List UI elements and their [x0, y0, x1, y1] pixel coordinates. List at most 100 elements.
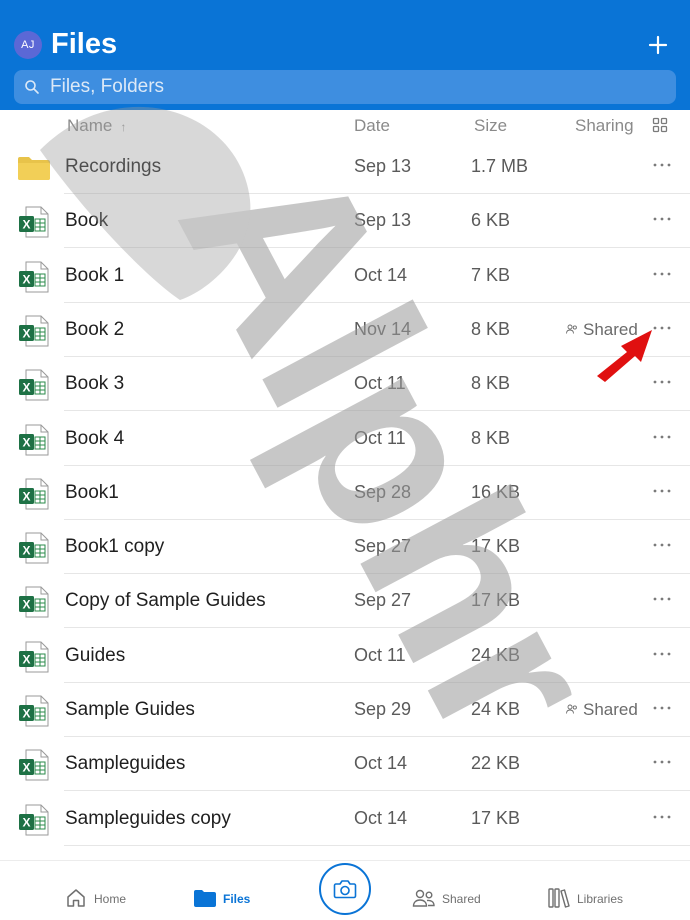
tab-libraries-label: Libraries: [577, 892, 624, 906]
svg-text:X: X: [22, 598, 30, 612]
excel-icon: X: [19, 532, 49, 564]
file-row[interactable]: X Copy of Sample Guides Sep 27 17 KB: [0, 574, 690, 629]
file-date: Sep 28: [354, 481, 412, 502]
more-options-button[interactable]: [650, 156, 674, 176]
more-options-button[interactable]: [650, 482, 674, 502]
grid-view-icon[interactable]: [652, 117, 668, 133]
camera-icon: [333, 880, 357, 899]
excel-file-icon: X: [17, 803, 51, 837]
file-row[interactable]: X Book 1 Oct 14 7 KB: [0, 249, 690, 303]
more-options-button[interactable]: [650, 808, 674, 828]
more-options-button[interactable]: [650, 210, 674, 230]
sharing-label: Shared: [583, 700, 638, 719]
more-options-button[interactable]: [650, 265, 674, 285]
file-name: Book 2: [65, 318, 125, 340]
more-options-button[interactable]: [650, 536, 674, 556]
excel-icon: X: [19, 749, 49, 781]
app-header: AJ Files: [0, 0, 690, 110]
file-date: Sep 27: [354, 590, 412, 611]
file-name: Copy of Sample Guides: [65, 590, 266, 612]
more-horizontal-icon: [653, 326, 671, 330]
file-size: 8 KB: [471, 318, 511, 339]
column-name-label: Name: [67, 116, 113, 135]
file-row[interactable]: X Book 3 Oct 11 8 KB: [0, 357, 690, 412]
file-row[interactable]: X Book1 copy Sep 27 17 KB: [0, 520, 690, 575]
more-options-button[interactable]: [650, 645, 674, 665]
more-options-button[interactable]: [650, 373, 674, 393]
column-header-sharing[interactable]: Sharing: [575, 115, 634, 137]
excel-icon: X: [19, 424, 49, 455]
file-row[interactable]: X Book 2 Nov 14 8 KB Shared: [0, 303, 690, 357]
file-date: Oct 14: [354, 807, 408, 828]
column-header-name[interactable]: Name ↑: [67, 115, 126, 138]
excel-file-icon: X: [17, 205, 51, 239]
file-row[interactable]: X Book Sep 13 6 KB: [0, 194, 690, 249]
file-row[interactable]: X Guides Oct 11 24 KB: [0, 629, 690, 683]
svg-text:X: X: [22, 544, 30, 558]
excel-icon: X: [19, 369, 49, 401]
file-name: Book: [65, 210, 109, 232]
file-name: Book 1: [65, 264, 125, 286]
folder-icon: [18, 157, 50, 180]
excel-file-icon: X: [17, 260, 51, 294]
file-date: Oct 14: [354, 264, 408, 285]
excel-file-icon: X: [17, 368, 51, 402]
svg-text:X: X: [22, 381, 30, 395]
file-row[interactable]: X Sampleguides copy Oct 14 17 KB: [0, 792, 690, 846]
camera-button[interactable]: [319, 863, 371, 915]
file-name: Book1: [65, 481, 119, 503]
folder-icon: [194, 890, 216, 907]
more-horizontal-icon: [653, 380, 671, 384]
file-date: Oct 11: [354, 644, 406, 665]
file-size: 8 KB: [471, 373, 511, 394]
svg-text:X: X: [22, 815, 30, 829]
sharing-status: Shared: [566, 700, 638, 720]
file-date: Sep 29: [354, 699, 412, 719]
more-options-button[interactable]: [650, 428, 674, 448]
search-bar[interactable]: [14, 70, 676, 104]
file-size: 1.7 MB: [471, 156, 529, 176]
sharing-label: Shared: [583, 319, 638, 339]
sort-ascending-icon: ↑: [120, 120, 127, 134]
file-row[interactable]: X Book 4 Oct 11 8 KB: [0, 412, 690, 466]
file-name: Sampleguides copy: [65, 807, 231, 829]
add-button[interactable]: [643, 30, 673, 60]
file-date: Sep 27: [354, 536, 412, 557]
column-header-date[interactable]: Date: [354, 115, 390, 137]
more-options-button[interactable]: [650, 590, 674, 610]
file-name: Sampleguides: [65, 753, 186, 775]
file-size: 6 KB: [471, 210, 511, 231]
excel-icon: X: [19, 261, 49, 293]
column-header-size[interactable]: Size: [474, 115, 507, 137]
excel-file-icon: X: [17, 531, 51, 565]
more-horizontal-icon: [653, 163, 671, 167]
excel-file-icon: X: [17, 640, 51, 674]
excel-icon: X: [19, 695, 49, 727]
more-options-button[interactable]: [650, 699, 674, 719]
svg-text:X: X: [22, 489, 30, 503]
excel-icon: X: [19, 206, 49, 238]
more-horizontal-icon: [653, 815, 671, 818]
plus-icon: [648, 35, 668, 55]
file-row[interactable]: X Sample Guides Sep 29 24 KB Shared: [0, 683, 690, 737]
more-horizontal-icon: [653, 706, 671, 710]
home-icon: [67, 889, 85, 907]
excel-file-icon: X: [17, 477, 51, 511]
more-horizontal-icon: [653, 272, 671, 275]
libraries-icon: [548, 888, 570, 908]
file-size: 7 KB: [471, 264, 511, 285]
excel-file-icon: X: [17, 423, 51, 457]
more-options-button[interactable]: [650, 319, 674, 339]
file-name: Book 4: [65, 427, 125, 449]
file-row[interactable]: X Book1 Sep 28 16 KB: [0, 466, 690, 520]
file-row[interactable]: X Sampleguides Oct 14 22 KB: [0, 737, 690, 792]
account-avatar[interactable]: AJ: [14, 31, 42, 59]
more-horizontal-icon: [653, 597, 671, 601]
file-row[interactable]: Recordings Sep 13 1.7 MB: [0, 140, 690, 194]
excel-file-icon: X: [17, 585, 51, 619]
excel-icon: X: [19, 315, 49, 347]
excel-icon: X: [19, 478, 49, 510]
more-options-button[interactable]: [650, 753, 674, 773]
sharing-status: Shared: [566, 320, 638, 340]
search-input[interactable]: [50, 70, 650, 104]
